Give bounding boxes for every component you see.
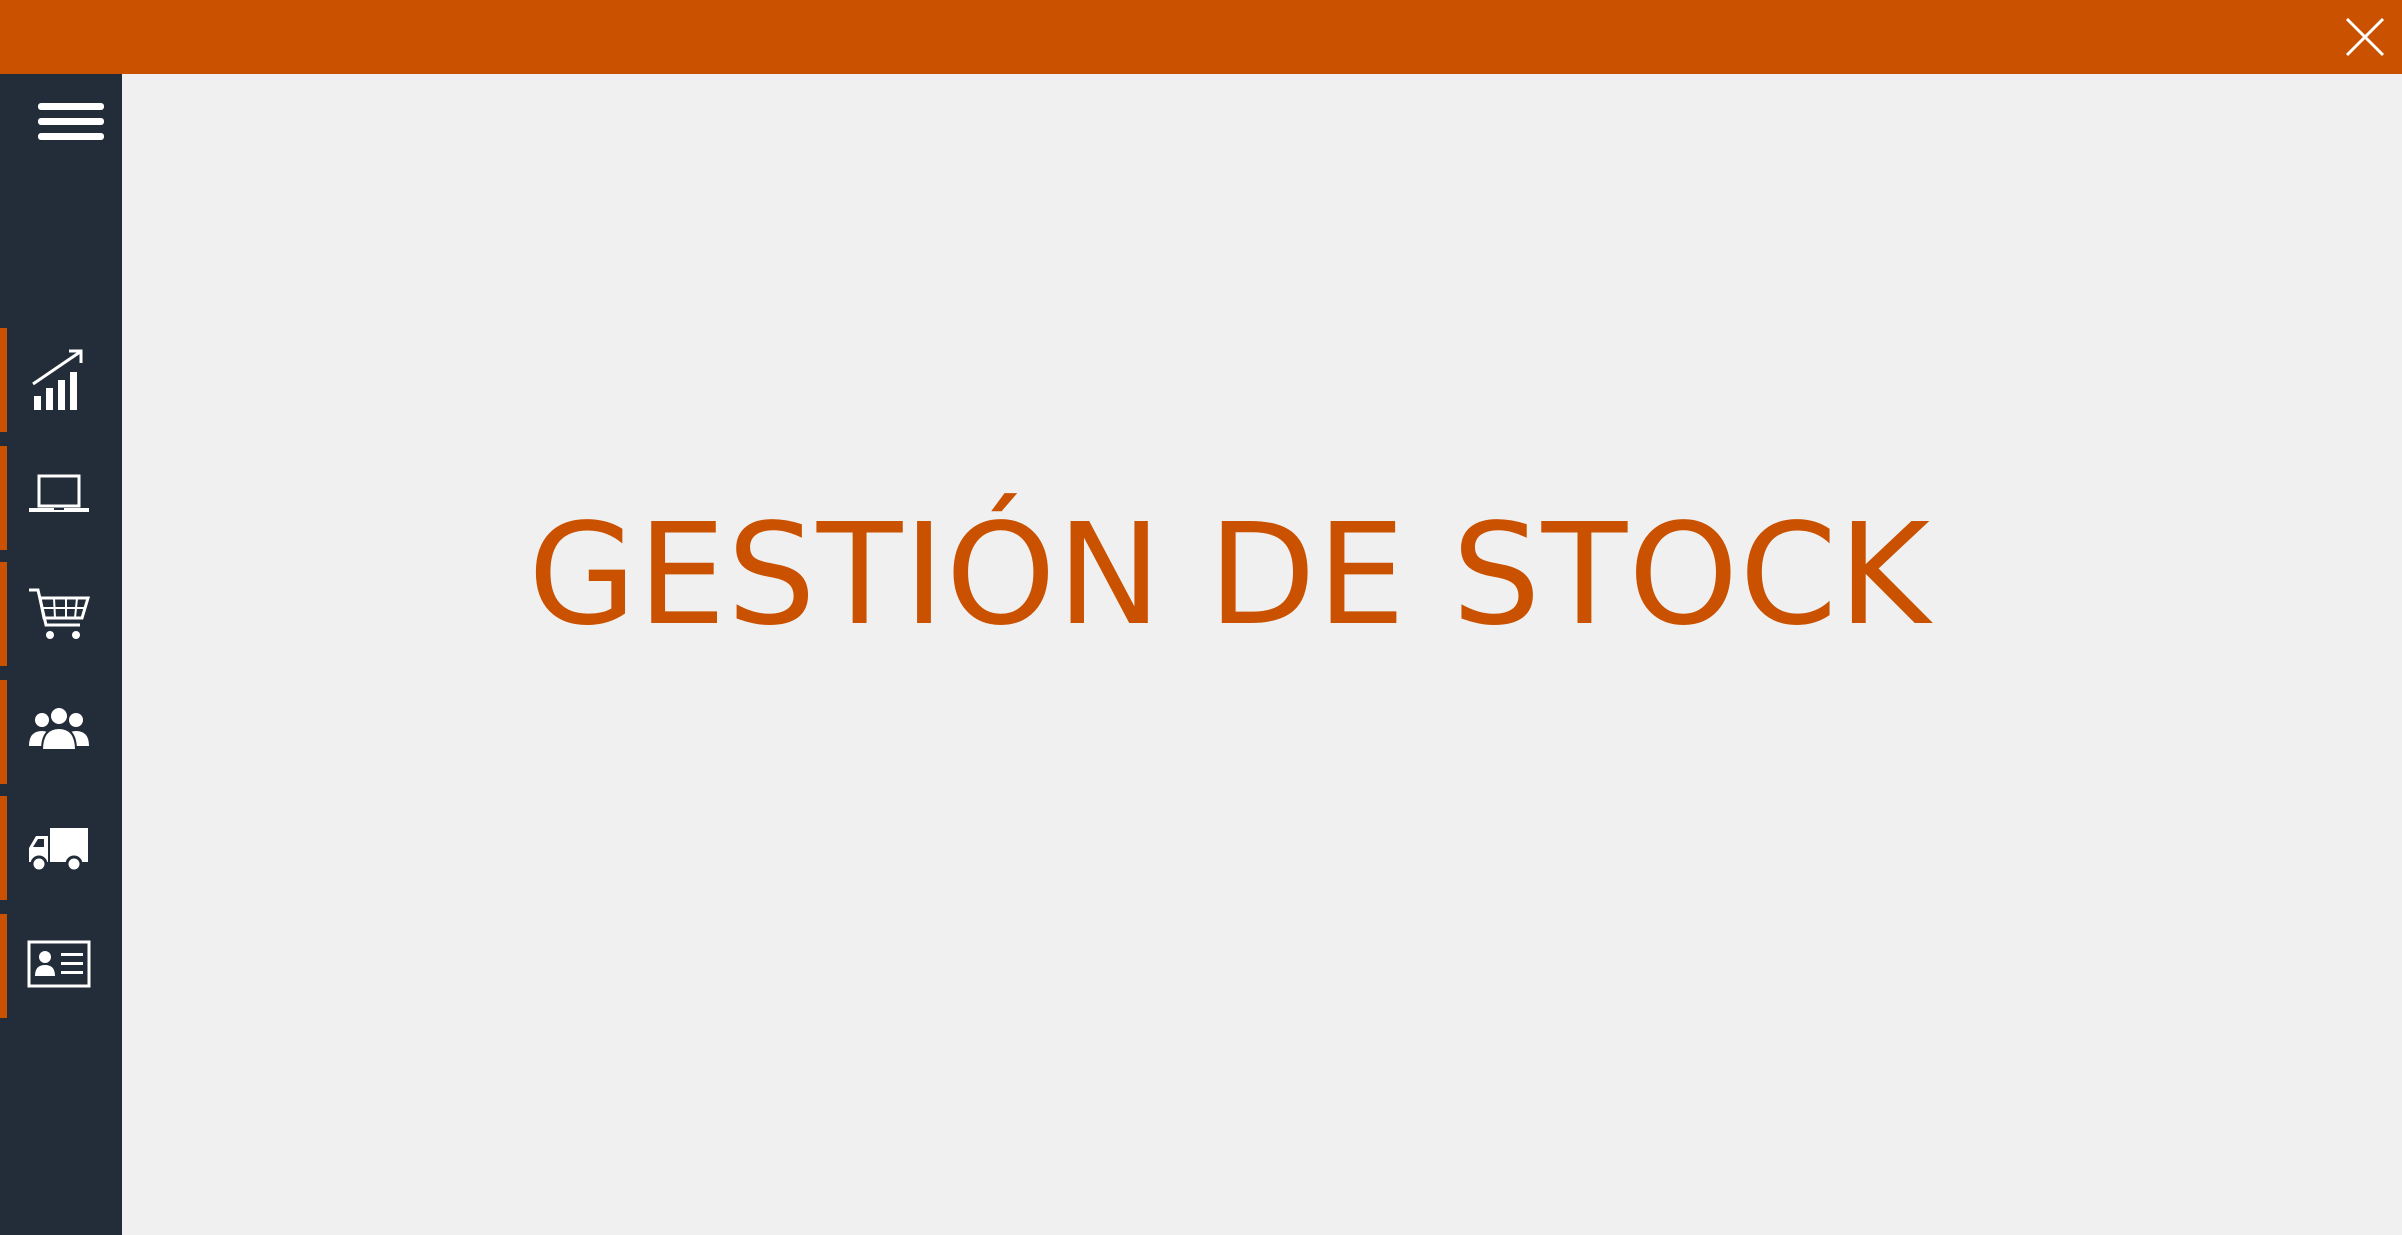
- shopping-cart-icon: [29, 588, 91, 639]
- title-bar: [0, 0, 2402, 74]
- close-icon: [2345, 17, 2385, 57]
- active-accent-bar: [0, 680, 7, 784]
- close-button[interactable]: [2328, 0, 2402, 74]
- active-accent-bar: [0, 446, 7, 550]
- delivery-truck-icon: [29, 828, 88, 873]
- bar-chart-growth-icon: [32, 349, 83, 410]
- hamburger-menu-icon: [38, 103, 104, 140]
- main-content: GESTIÓN DE STOCK: [122, 74, 2402, 1235]
- laptop-icon: [29, 474, 89, 512]
- sidebar-item-laptop[interactable]: [0, 446, 122, 550]
- active-accent-bar: [0, 914, 7, 1018]
- sidebar-item-shopping[interactable]: [0, 562, 122, 666]
- sidebar-item-customers[interactable]: [0, 680, 122, 784]
- active-accent-bar: [0, 796, 7, 900]
- contact-card-icon: [27, 940, 91, 988]
- sidebar: [0, 74, 122, 1235]
- users-group-icon: [29, 706, 89, 751]
- active-accent-bar: [0, 562, 7, 666]
- page-title: GESTIÓN DE STOCK: [528, 494, 1931, 657]
- active-accent-bar: [0, 328, 7, 432]
- sidebar-item-contacts[interactable]: [0, 914, 122, 1018]
- hamburger-menu-button[interactable]: [38, 98, 108, 148]
- sidebar-item-delivery[interactable]: [0, 796, 122, 900]
- sidebar-item-statistics[interactable]: [0, 328, 122, 432]
